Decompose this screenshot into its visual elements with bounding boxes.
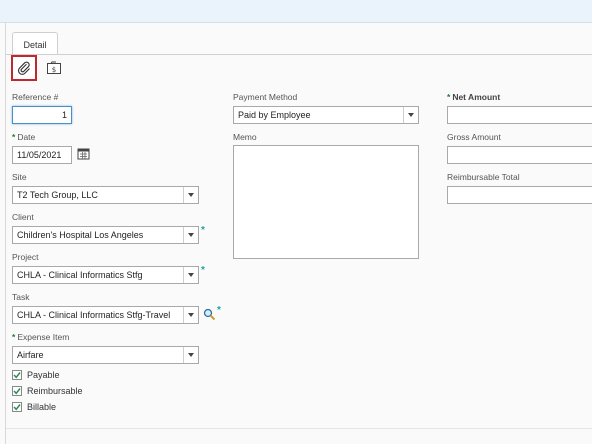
payment-method-label: Payment Method [233, 92, 298, 102]
date-label: * Date [12, 132, 35, 142]
required-star: * [217, 305, 221, 316]
calendar-icon[interactable] [77, 147, 90, 160]
site-value: T2 Tech Group, LLC [17, 190, 98, 200]
svg-text:$: $ [52, 66, 56, 74]
reference-label: Reference # [12, 92, 59, 102]
memo-textarea[interactable] [233, 145, 419, 259]
task-value: CHLA - Clinical Informatics Stfg-Travel [17, 310, 171, 320]
net-amount-input[interactable] [447, 106, 592, 124]
chevron-down-icon[interactable] [183, 187, 198, 203]
expense-item-label: * Expense Item [12, 332, 69, 342]
chevron-down-icon[interactable] [183, 227, 198, 243]
reimbursable-checkbox[interactable] [12, 386, 22, 396]
reimbursable-total-input[interactable] [447, 186, 592, 204]
chevron-down-icon[interactable] [183, 347, 198, 363]
reimbursable-total-label: Reimbursable Total [447, 172, 520, 182]
client-value: Children's Hospital Los Angeles [17, 230, 144, 240]
site-label: Site [12, 172, 27, 182]
date-input[interactable]: 11/05/2021 [12, 146, 72, 164]
memo-label: Memo [233, 132, 257, 142]
payable-checkbox[interactable] [12, 370, 22, 380]
site-select[interactable]: T2 Tech Group, LLC [12, 186, 199, 204]
task-select[interactable]: CHLA - Clinical Informatics Stfg-Travel [12, 306, 199, 324]
net-amount-label: * Net Amount [447, 92, 500, 102]
billable-checkbox[interactable] [12, 402, 22, 412]
project-select[interactable]: CHLA - Clinical Informatics Stfg [12, 266, 199, 284]
chevron-down-icon[interactable] [183, 307, 198, 323]
reference-input[interactable]: 1 [12, 106, 72, 124]
required-marker: * [447, 92, 451, 102]
lookup-search-icon[interactable] [203, 308, 216, 321]
tab-detail[interactable]: Detail [12, 32, 58, 55]
checkmark-icon [13, 372, 21, 379]
bottom-divider [6, 428, 592, 429]
money-folder-icon: $ [47, 61, 61, 74]
payable-label: Payable [27, 370, 60, 380]
expense-item-value: Airfare [17, 350, 44, 360]
required-star: * [201, 225, 205, 236]
task-label: Task [12, 292, 30, 302]
expense-item-label-text: Expense Item [17, 332, 70, 342]
checkmark-icon [13, 404, 21, 411]
paperclip-icon [17, 61, 30, 75]
expense-item-select[interactable]: Airfare [12, 346, 199, 364]
net-amount-label-text: Net Amount [452, 92, 501, 102]
payment-method-select[interactable]: Paid by Employee [233, 106, 419, 124]
payment-method-value: Paid by Employee [238, 110, 311, 120]
required-star: * [201, 265, 205, 276]
expense-report-button[interactable]: $ [46, 60, 62, 76]
chevron-down-icon[interactable] [403, 107, 418, 123]
billable-label: Billable [27, 402, 57, 412]
project-label: Project [12, 252, 39, 262]
project-value: CHLA - Clinical Informatics Stfg [17, 270, 143, 280]
top-header-bar [0, 0, 592, 23]
chevron-down-icon[interactable] [183, 267, 198, 283]
required-marker: * [12, 332, 16, 342]
left-divider [5, 22, 6, 444]
client-select[interactable]: Children's Hospital Los Angeles [12, 226, 199, 244]
attach-button[interactable] [11, 55, 37, 81]
date-label-text: Date [17, 132, 36, 142]
tab-divider [6, 54, 592, 55]
gross-amount-label: Gross Amount [447, 132, 501, 142]
client-label: Client [12, 212, 34, 222]
required-marker: * [12, 132, 16, 142]
reimbursable-label: Reimbursable [27, 386, 83, 396]
gross-amount-input[interactable] [447, 146, 592, 164]
checkmark-icon [13, 388, 21, 395]
